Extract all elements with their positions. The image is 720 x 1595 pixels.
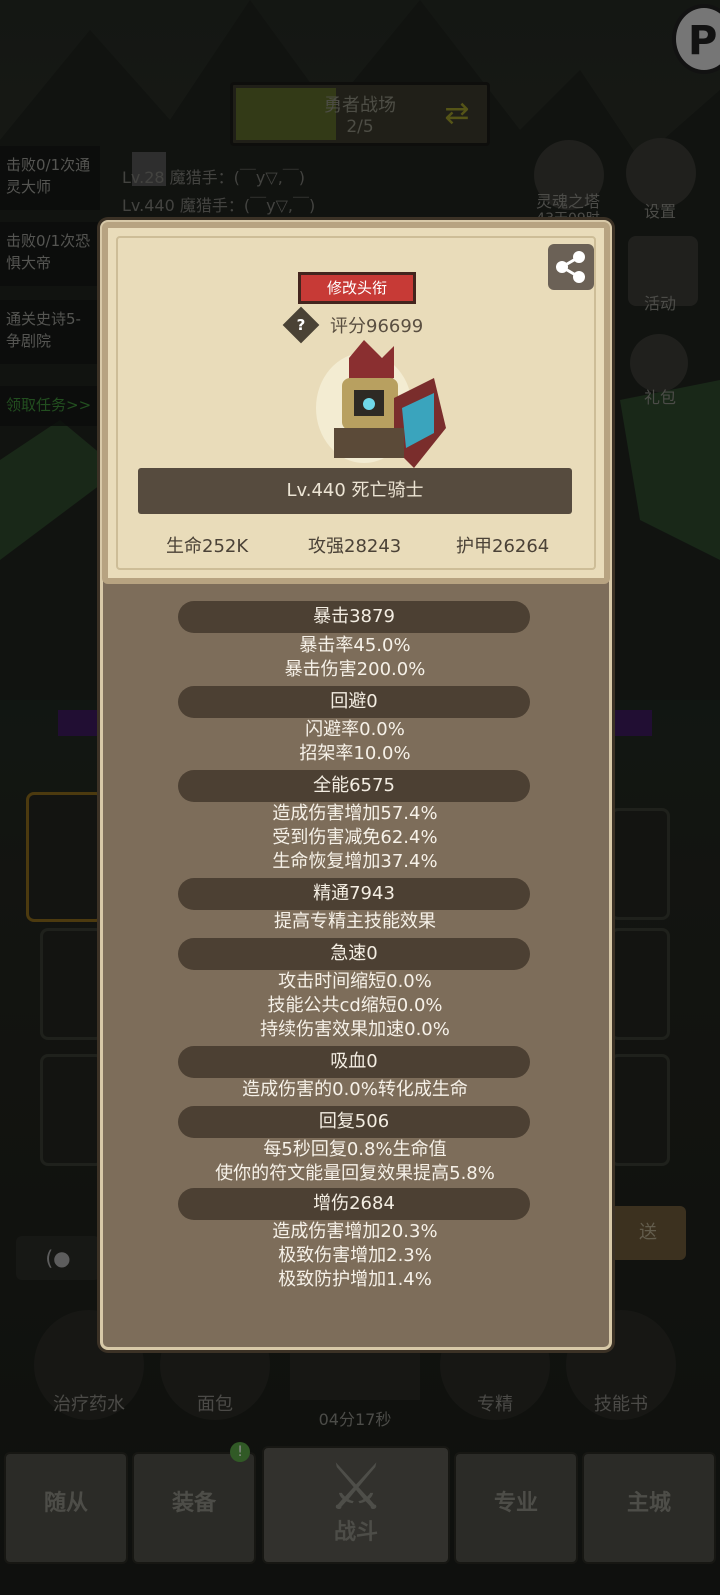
character-card: 修改头衔 ? 评分96699 Lv.440 死亡骑士 生命252K 攻强2824… [102, 222, 610, 584]
stat-detail: 攻击时间缩短0.0% [278, 971, 432, 992]
character-name-level: Lv.440 死亡骑士 [138, 468, 572, 514]
stat-section-header: 回复506 [178, 1106, 530, 1138]
stat-detail: 暴击伤害200.0% [284, 659, 426, 680]
stat-detail: 造成伤害的0.0%转化成生命 [242, 1079, 468, 1100]
attack-stat: 攻强28243 [308, 536, 402, 557]
score-value: 评分96699 [330, 316, 424, 337]
stat-detail: 暴击率45.0% [299, 635, 411, 656]
stat-detail: 使你的符文能量回复效果提高5.8% [215, 1163, 495, 1184]
stat-detail: 造成伤害增加20.3% [272, 1221, 438, 1242]
stat-section-header: 吸血0 [178, 1046, 530, 1078]
stat-detail: 生命恢复增加37.4% [272, 851, 438, 872]
stat-detail: 提高专精主技能效果 [274, 911, 436, 932]
stat-detail: 技能公共cd缩短0.0% [267, 995, 443, 1016]
stat-detail: 每5秒回复0.8%生命值 [263, 1139, 447, 1160]
stat-detail: 闪避率0.0% [305, 719, 405, 740]
stat-section-header: 增伤2684 [178, 1188, 530, 1220]
stat-detail: 招架率10.0% [299, 743, 411, 764]
stat-detail: 持续伤害效果加速0.0% [260, 1019, 450, 1040]
share-button[interactable] [548, 244, 594, 290]
stat-detail: 造成伤害增加57.4% [272, 803, 438, 824]
armor-stat: 护甲26264 [456, 536, 550, 557]
change-title-button[interactable]: 修改头衔 [298, 272, 416, 304]
stat-section-header: 暴击3879 [178, 601, 530, 633]
share-icon [556, 251, 585, 283]
stat-detail: 受到伤害减免62.4% [272, 827, 438, 848]
hp-stat: 生命252K [166, 536, 249, 557]
stat-section-header: 急速0 [178, 938, 530, 970]
stat-section-header: 回避0 [178, 686, 530, 718]
death-knight-avatar [316, 340, 446, 468]
stat-section-header: 全能6575 [178, 770, 530, 802]
stat-detail: 极致伤害增加2.3% [278, 1245, 432, 1266]
stat-detail: 极致防护增加1.4% [278, 1269, 432, 1290]
stat-section-header: 精通7943 [178, 878, 530, 910]
